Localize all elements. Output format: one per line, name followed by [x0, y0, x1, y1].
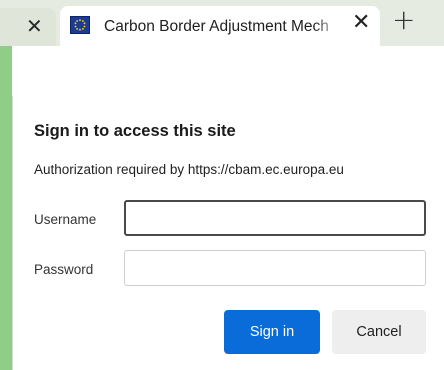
- username-field[interactable]: [124, 200, 426, 236]
- password-label: Password: [34, 262, 94, 277]
- dialog-title: Sign in to access this site: [34, 122, 236, 140]
- active-tab[interactable]: Carbon Border Adjustment Mech ✕: [60, 6, 380, 46]
- close-icon[interactable]: ✕: [352, 12, 370, 34]
- close-icon[interactable]: ✕: [26, 16, 43, 36]
- dialog-subtitle: Authorization required by https://cbam.e…: [34, 162, 344, 177]
- password-field[interactable]: [124, 250, 426, 286]
- cancel-button[interactable]: Cancel: [332, 310, 426, 354]
- sign-in-dialog: Sign in to access this site Authorizatio…: [14, 96, 444, 370]
- window-frame: [0, 0, 12, 370]
- tab-title: Carbon Border Adjustment Mech: [104, 18, 329, 35]
- username-label: Username: [34, 212, 97, 227]
- previous-tab[interactable]: ✕: [0, 8, 56, 46]
- eu-flag-icon: [70, 16, 90, 34]
- tab-strip: ✕ Carbon Border Adjustment Mech ✕ +: [0, 0, 444, 46]
- divider: [12, 96, 13, 370]
- new-tab-button[interactable]: +: [392, 6, 415, 34]
- sign-in-button[interactable]: Sign in: [224, 310, 320, 354]
